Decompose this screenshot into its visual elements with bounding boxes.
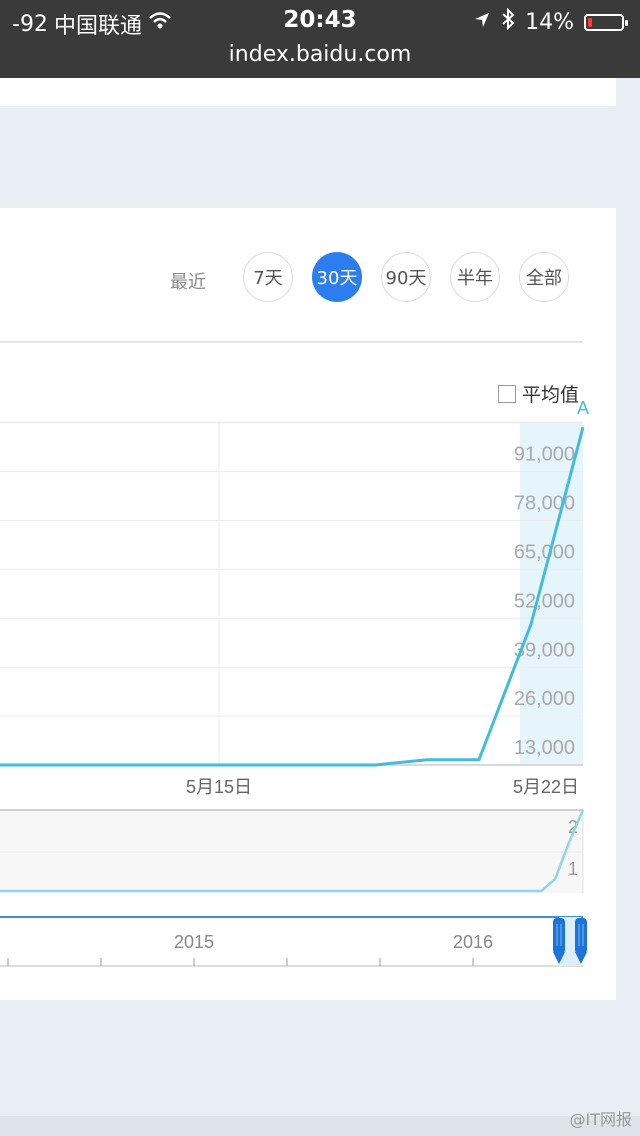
x-tick-label: 5月22日 [513,777,579,797]
watermark: @IT网报 [569,1110,633,1129]
trend-chart: 91,00078,00065,00052,00039,00026,00013,0… [0,398,589,967]
overview-y-tick: 1 [568,859,578,879]
y-tick-label: 26,000 [514,688,575,710]
y-tick-label: 52,000 [514,590,575,612]
bottom-strip [0,1116,640,1136]
timeline-year-label: 2015 [174,932,214,952]
series-line [0,426,585,767]
y-tick-label: 91,000 [514,444,575,466]
annotation-label: A [577,398,589,418]
y-tick-label: 13,000 [514,737,575,759]
timeline-year-label: 2016 [453,932,493,952]
handle-grip [553,918,565,954]
x-tick-label: 5月15日 [186,777,252,797]
y-tick-label: 65,000 [514,542,575,564]
handle-grip [575,918,587,954]
